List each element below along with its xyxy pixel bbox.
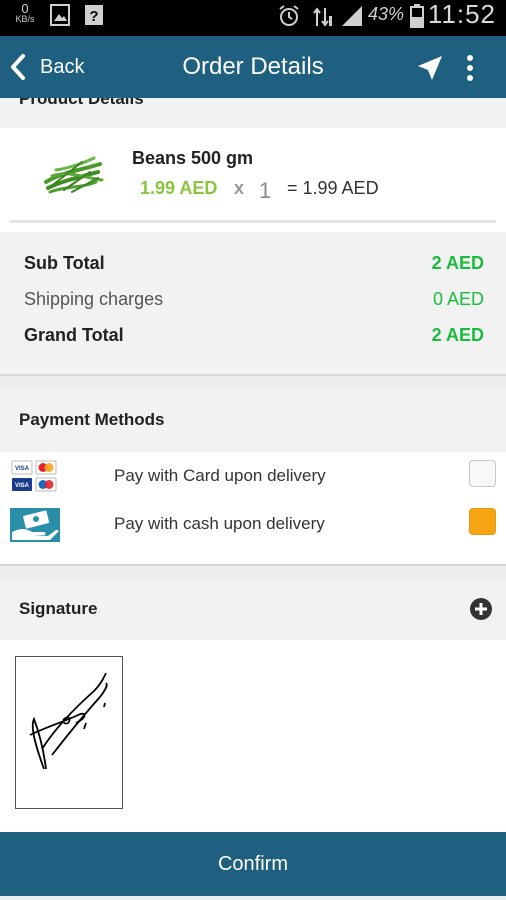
grand-total-value: 2 AED [431,324,484,345]
payment-option-cash[interactable]: Pay with cash upon delivery [0,508,506,548]
payment-methods-section: Payment Methods VISA VISA Pay with Card … [0,390,506,566]
more-vert-icon[interactable] [458,52,482,84]
product-image [44,156,104,194]
alarm-icon [279,5,299,26]
svg-text:?: ? [89,8,98,25]
product-name: Beans 500 gm [132,148,254,168]
payment-option-cash-checkbox[interactable] [469,508,496,535]
product-line-total: = 1.99 AED [287,178,379,198]
clock: 11:52 [427,0,496,29]
signature-title: Signature [19,599,98,618]
signature-pad[interactable] [15,656,123,809]
payment-option-cash-label: Pay with cash upon delivery [114,514,325,533]
credit-cards-icon: VISA VISA [11,460,57,492]
cell-signal-icon [342,6,362,26]
shipping-value: 0 AED [432,288,484,309]
svg-text:VISA: VISA [15,466,30,472]
signature-header: Signature [0,580,506,640]
image-notification-icon [50,4,70,26]
grand-total-label: Grand Total [24,324,124,345]
payment-option-card[interactable]: VISA VISA Pay with Card upon delivery [0,460,506,500]
cash-hand-icon [10,508,60,542]
signature-section: Signature [0,580,506,832]
confirm-button[interactable]: Confirm [0,832,506,896]
sub-total-row: Sub Total 2 AED [24,250,484,276]
sub-total-value: 2 AED [431,252,484,273]
payment-methods-title: Payment Methods [19,410,165,429]
payment-option-card-label: Pay with Card upon delivery [114,466,326,485]
product-details-title: Product Details [19,98,144,108]
battery-icon [410,4,424,28]
order-totals: Sub Total 2 AED Shipping charges 0 AED G… [0,232,506,374]
navigation-arrow-icon[interactable] [414,52,446,84]
status-bar: 0 KB/s ? 43% 11:52 [0,0,506,36]
sub-total-label: Sub Total [24,252,105,273]
shipping-row: Shipping charges 0 AED [24,286,484,312]
product-details-header: Product Details [0,98,506,128]
network-speed-unit: KB/s [15,14,35,24]
product-details-section: Product Details Beans 500 gm 1.99 AED x … [0,98,506,376]
quantity-multiplier: x [234,178,245,198]
product-quantity: 1 [259,178,272,203]
battery-percent: 43% [368,4,405,24]
shipping-label: Shipping charges [24,288,164,309]
data-signal-icon [313,7,332,27]
product-unit-price: 1.99 AED [140,178,218,198]
product-divider [10,220,496,223]
grand-total-row: Grand Total 2 AED [24,322,484,348]
app-bar: Back Order Details [0,36,506,98]
plus-circle-icon[interactable] [469,597,493,621]
help-notification-icon: ? [85,5,103,25]
payment-option-card-checkbox[interactable] [469,460,496,487]
payment-methods-header: Payment Methods [0,390,506,452]
network-speed: 0 KB/s [12,2,38,24]
signature-drawing [29,672,108,770]
svg-text:VISA: VISA [15,483,30,489]
